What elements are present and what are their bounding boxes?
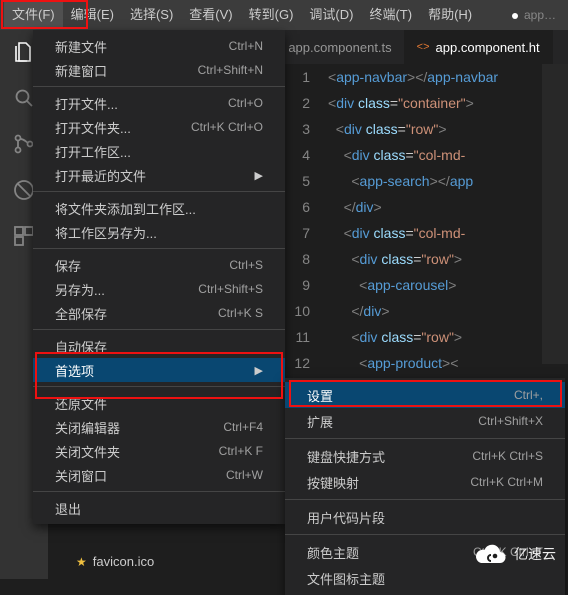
menu-save-as[interactable]: 另存为...Ctrl+Shift+S [33,277,285,301]
menu-debug[interactable]: 调试(D) [301,1,361,29]
menu-go[interactable]: 转到(G) [241,1,302,29]
menu-open-workspace[interactable]: 打开工作区... [33,139,285,163]
menubar: 文件(F) 编辑(E) 选择(S) 查看(V) 转到(G) 调试(D) 终端(T… [0,0,568,30]
menu-open-folder[interactable]: 打开文件夹...Ctrl+K Ctrl+O [33,115,285,139]
html-file-icon: <> [417,41,430,53]
code-content[interactable]: <app-navbar></app-navbar<div class="cont… [328,64,498,402]
menu-autosave[interactable]: 自动保存 [33,334,285,358]
menu-save-workspace[interactable]: 将工作区另存为... [33,220,285,244]
menu-add-folder[interactable]: 将文件夹添加到工作区... [33,196,285,220]
menu-view[interactable]: 查看(V) [181,1,240,29]
tab-label: app.component.ts [288,40,391,55]
menu-edit[interactable]: 编辑(E) [63,1,122,29]
submenu-keymap[interactable]: 按键映射Ctrl+K Ctrl+M [285,469,565,495]
title-truncated: app… [512,8,564,22]
favicon-icon: ★ [76,555,87,569]
menu-exit[interactable]: 退出 [33,496,285,520]
menu-open-recent[interactable]: 打开最近的文件▶ [33,163,285,187]
menu-help[interactable]: 帮助(H) [420,1,480,29]
chevron-right-icon: ▶ [255,169,263,182]
tab-label: app.component.ht [436,40,540,55]
tab-component-html[interactable]: <> app.component.ht [405,30,553,64]
tree-item-label: favicon.ico [93,554,154,569]
menu-close-window[interactable]: 关闭窗口Ctrl+W [33,463,285,487]
menu-preferences[interactable]: 首选项▶ [33,358,285,382]
watermark-logo: 亿速云 [474,543,556,565]
menu-save-all[interactable]: 全部保存Ctrl+K S [33,301,285,325]
menu-terminal[interactable]: 终端(T) [361,1,420,29]
menu-file[interactable]: 文件(F) [4,1,63,29]
menu-new-file[interactable]: 新建文件Ctrl+N [33,34,285,58]
menu-close-editor[interactable]: 关闭编辑器Ctrl+F4 [33,415,285,439]
menu-revert[interactable]: 还原文件 [33,391,285,415]
watermark-text: 亿速云 [514,544,556,564]
file-menu: 新建文件Ctrl+N 新建窗口Ctrl+Shift+N 打开文件...Ctrl+… [33,30,285,524]
submenu-icon-theme[interactable]: 文件图标主题 [285,565,565,591]
menu-new-window[interactable]: 新建窗口Ctrl+Shift+N [33,58,285,82]
menu-open-file[interactable]: 打开文件...Ctrl+O [33,91,285,115]
chevron-right-icon: ▶ [255,364,263,377]
submenu-keyboard-shortcuts[interactable]: 键盘快捷方式Ctrl+K Ctrl+S [285,443,565,469]
submenu-snippets[interactable]: 用户代码片段 [285,504,565,530]
submenu-extensions[interactable]: 扩展Ctrl+Shift+X [285,408,565,434]
tree-item-favicon[interactable]: ★ favicon.ico [76,554,154,569]
menu-save[interactable]: 保存Ctrl+S [33,253,285,277]
submenu-settings[interactable]: 设置Ctrl+, [285,382,565,408]
menu-select[interactable]: 选择(S) [122,1,181,29]
menu-close-folder[interactable]: 关闭文件夹Ctrl+K F [33,439,285,463]
